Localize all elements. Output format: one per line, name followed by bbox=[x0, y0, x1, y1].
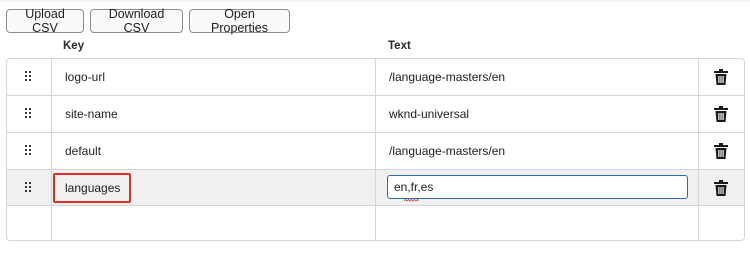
drag-handle-icon[interactable] bbox=[23, 108, 33, 120]
toolbar: Upload CSV Download CSV Open Properties bbox=[6, 7, 290, 35]
column-divider bbox=[375, 59, 376, 240]
text-cell[interactable]: wknd-universal bbox=[389, 107, 469, 121]
key-cell[interactable]: logo-url bbox=[65, 70, 105, 84]
key-cell[interactable]: languages bbox=[65, 181, 120, 195]
column-divider bbox=[698, 59, 699, 240]
top-divider bbox=[0, 0, 750, 2]
trash-icon[interactable] bbox=[714, 106, 728, 122]
column-header-text: Text bbox=[388, 40, 411, 52]
text-edit-input[interactable] bbox=[387, 175, 688, 199]
drag-handle-icon[interactable] bbox=[23, 71, 33, 83]
column-header-key: Key bbox=[63, 40, 85, 52]
properties-table: logo-url /language-masters/en site-name … bbox=[6, 58, 745, 241]
text-cell[interactable]: /language-masters/en bbox=[389, 70, 505, 84]
trash-icon[interactable] bbox=[714, 143, 728, 159]
open-properties-button[interactable]: Open Properties bbox=[189, 7, 290, 35]
download-csv-button[interactable]: Download CSV bbox=[90, 7, 183, 35]
key-cell[interactable]: default bbox=[65, 144, 101, 158]
trash-icon[interactable] bbox=[714, 69, 728, 85]
text-cell[interactable]: /language-masters/en bbox=[389, 144, 505, 158]
upload-csv-button[interactable]: Upload CSV bbox=[6, 7, 84, 35]
trash-icon[interactable] bbox=[714, 179, 728, 196]
spellcheck-underline bbox=[404, 199, 419, 202]
column-divider bbox=[51, 59, 52, 240]
drag-handle-icon[interactable] bbox=[23, 145, 33, 157]
key-cell[interactable]: site-name bbox=[65, 107, 118, 121]
drag-handle-icon[interactable] bbox=[23, 181, 33, 194]
